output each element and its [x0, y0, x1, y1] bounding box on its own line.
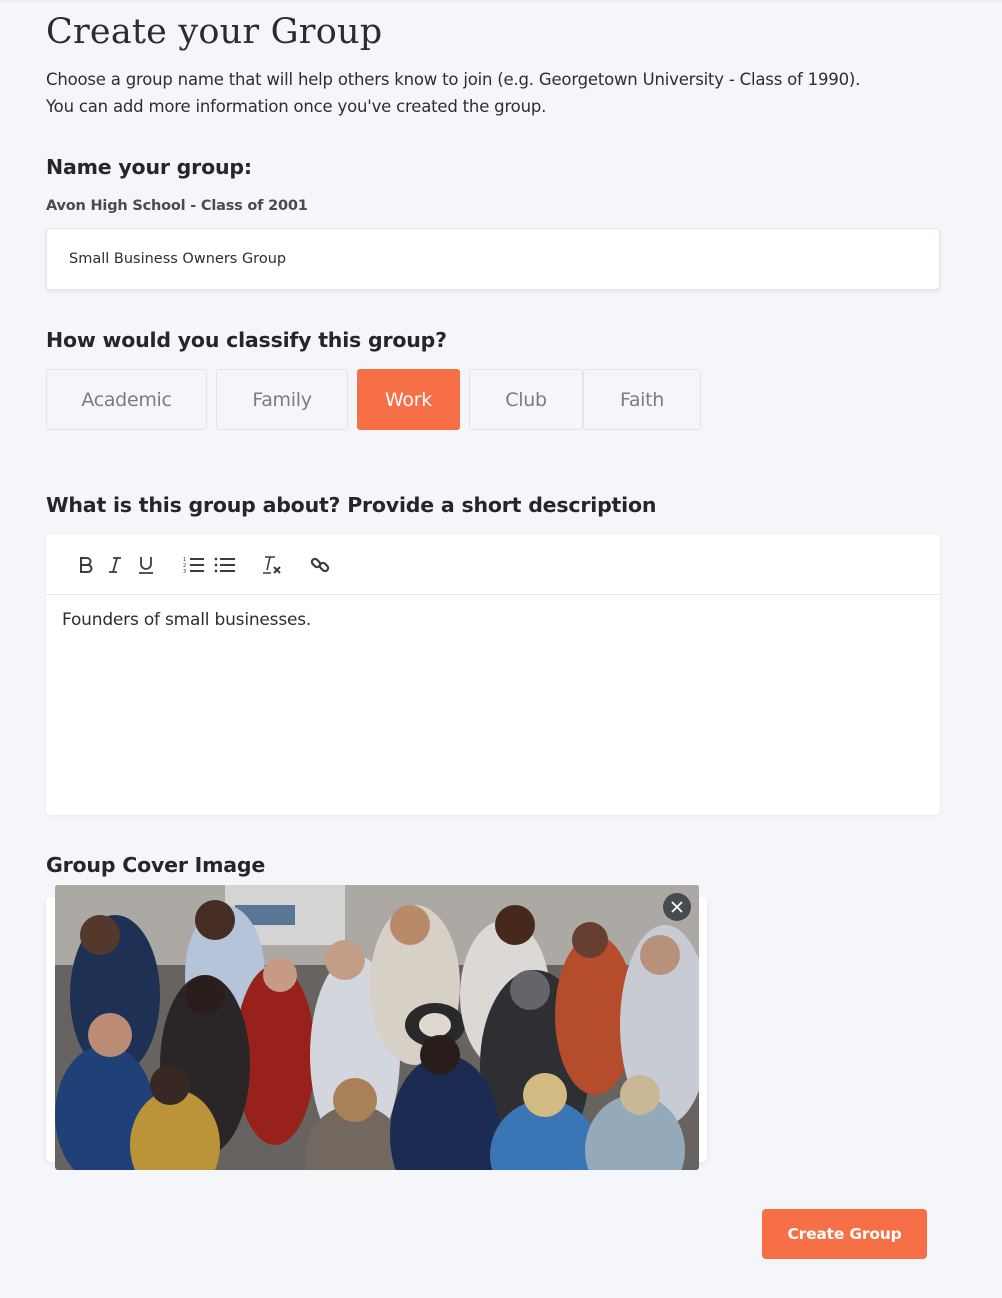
- clear-format-icon: [263, 556, 281, 574]
- close-icon: [671, 901, 683, 913]
- classification-option-club[interactable]: Club: [469, 369, 583, 430]
- cover-photo-illustration: [55, 885, 699, 1170]
- italic-icon: [109, 557, 121, 573]
- bullet-list-icon: [214, 557, 235, 573]
- description-section-label: What is this group about? Provide a shor…: [46, 493, 657, 517]
- classification-option-academic[interactable]: Academic: [46, 369, 207, 430]
- subtitle-line-2: You can add more information once you've…: [46, 97, 547, 116]
- underline-button[interactable]: [134, 552, 158, 578]
- top-divider: [0, 0, 1002, 2]
- cover-image: [55, 885, 699, 1170]
- link-icon: [310, 557, 330, 573]
- create-group-button[interactable]: Create Group: [762, 1209, 927, 1259]
- page-subtitle: Choose a group name that will help other…: [46, 66, 860, 120]
- name-section-label: Name your group:: [46, 155, 252, 179]
- link-button[interactable]: [308, 552, 332, 578]
- ordered-list-icon: 123: [183, 557, 204, 574]
- italic-button[interactable]: [103, 552, 127, 578]
- classification-option-work[interactable]: Work: [357, 369, 460, 430]
- clear-format-button[interactable]: [260, 552, 284, 578]
- editor-toolbar: 123: [46, 535, 940, 595]
- description-textarea[interactable]: Founders of small businesses.: [46, 595, 940, 645]
- ordered-list-button[interactable]: 123: [182, 552, 206, 578]
- classify-section-label: How would you classify this group?: [46, 328, 447, 352]
- svg-text:3: 3: [183, 569, 186, 574]
- classification-option-faith[interactable]: Faith: [583, 369, 701, 430]
- bold-button[interactable]: [74, 552, 98, 578]
- remove-cover-image-button[interactable]: [663, 893, 691, 921]
- page-title: Create your Group: [46, 12, 383, 52]
- classification-option-family[interactable]: Family: [216, 369, 348, 430]
- underline-icon: [139, 557, 153, 574]
- bullet-list-button[interactable]: [213, 552, 237, 578]
- description-editor: 123 Founders of small businesses.: [46, 535, 940, 815]
- group-name-input[interactable]: [46, 228, 940, 290]
- subtitle-line-1: Choose a group name that will help other…: [46, 70, 861, 89]
- cover-section-label: Group Cover Image: [46, 853, 266, 877]
- bold-icon: [80, 557, 93, 573]
- name-hint: Avon High School - Class of 2001: [46, 198, 308, 214]
